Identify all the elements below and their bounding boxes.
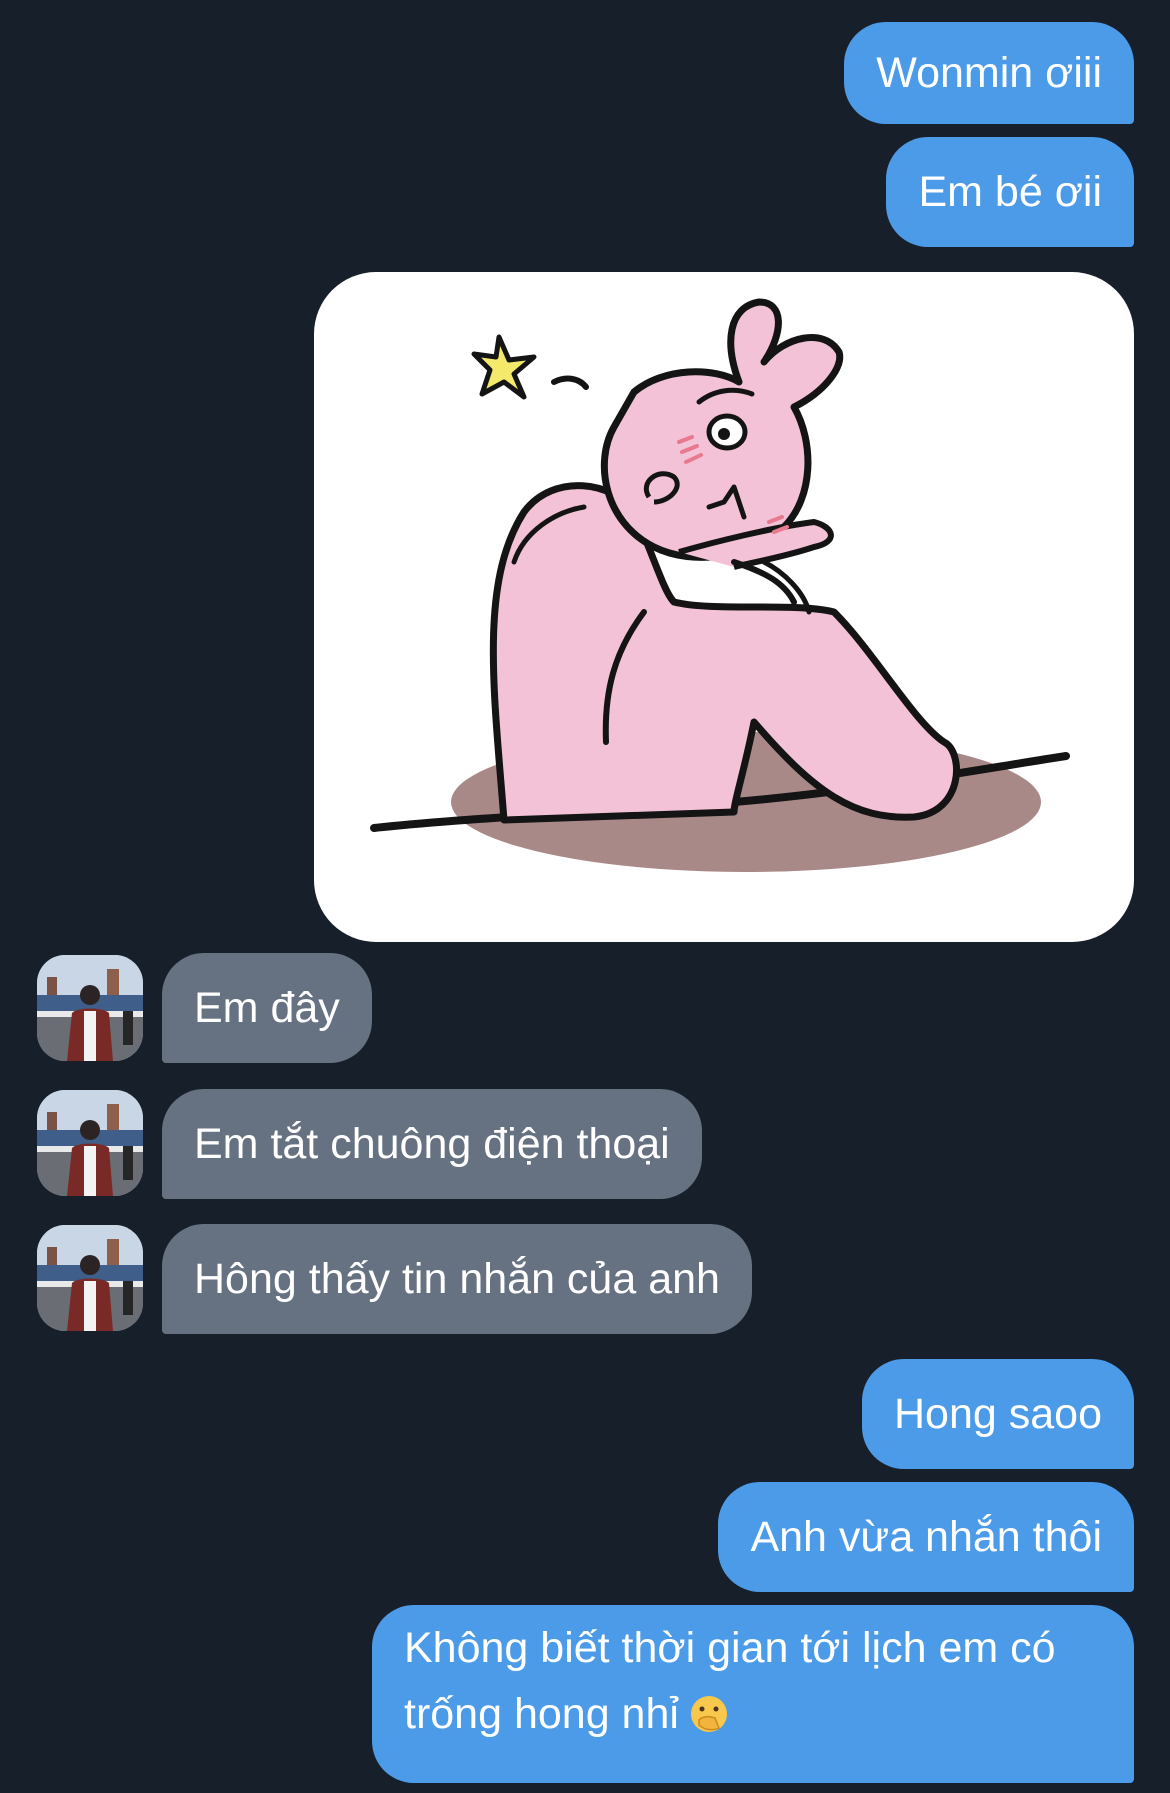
message-text: Wonmin ơiii <box>876 49 1102 97</box>
message-text: Anh vừa nhắn thôi <box>750 1513 1102 1561</box>
message-bubble-sent[interactable]: Em bé ơii <box>886 137 1134 247</box>
message-bubble-sent[interactable]: Wonmin ơiii <box>844 22 1134 124</box>
message-text: Hong saoo <box>894 1390 1102 1438</box>
message-bubble-received[interactable]: Hông thấy tin nhắn của anh <box>162 1224 752 1334</box>
contact-avatar[interactable] <box>37 955 143 1061</box>
message-text: Hông thấy tin nhắn của anh <box>194 1255 720 1303</box>
message-text: Em đây <box>194 984 340 1032</box>
message-bubble-received[interactable]: Em đây <box>162 953 372 1063</box>
message-bubble-sent[interactable]: Anh vừa nhắn thôi <box>718 1482 1134 1592</box>
sticker-message[interactable] <box>314 272 1134 942</box>
contact-avatar-icon <box>37 955 143 1061</box>
message-text-line: Không biết thời gian tới lịch em có <box>404 1624 1056 1672</box>
message-text: trống hong nhỉ <box>404 1690 679 1738</box>
bunny-thinking-sticker-icon <box>370 298 1070 872</box>
message-text: Em tắt chuông điện thoại <box>194 1120 670 1168</box>
chat-thread: Wonmin ơiii Em bé ơii Em đây Em tắt chuô… <box>0 0 1170 1793</box>
message-bubble-received[interactable]: Em tắt chuông điện thoại <box>162 1089 702 1199</box>
contact-avatar-icon <box>37 1225 143 1331</box>
contact-avatar[interactable] <box>37 1225 143 1331</box>
message-text: Em bé ơii <box>918 168 1102 216</box>
face-with-hand-over-mouth-icon <box>689 1694 729 1734</box>
message-bubble-sent[interactable]: Không biết thời gian tới lịch em có trốn… <box>372 1605 1134 1783</box>
message-text-line: trống hong nhỉ <box>404 1681 1102 1747</box>
contact-avatar[interactable] <box>37 1090 143 1196</box>
message-bubble-sent[interactable]: Hong saoo <box>862 1359 1134 1469</box>
contact-avatar-icon <box>37 1090 143 1196</box>
